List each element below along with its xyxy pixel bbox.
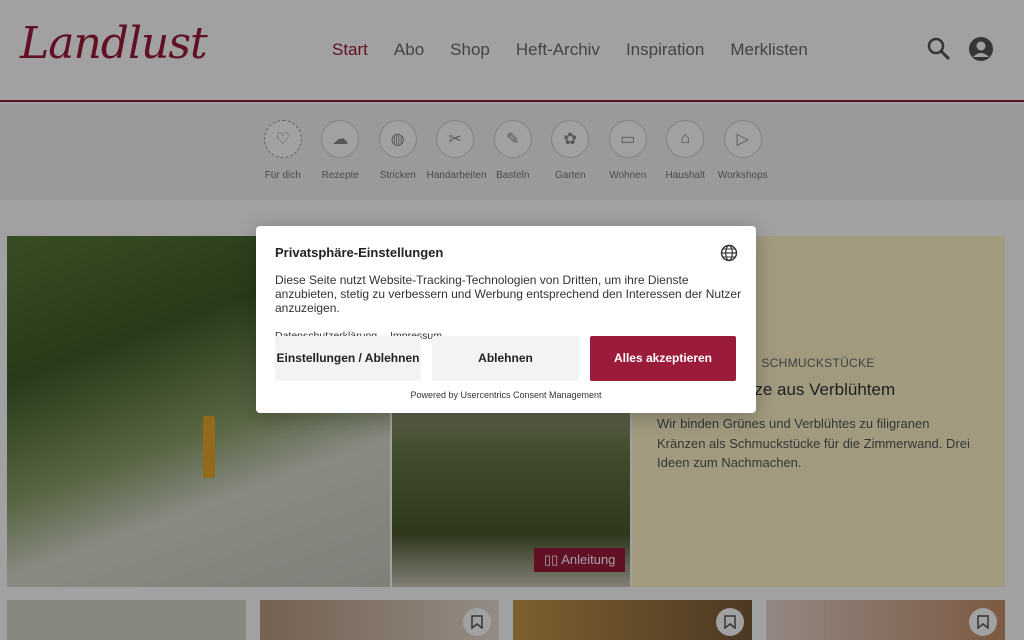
decline-button[interactable]: Ablehnen — [432, 336, 579, 381]
consent-body: Diese Seite nutzt Website-Tracking-Techn… — [275, 273, 742, 315]
powered-by-text: Powered by Usercentrics Consent Manageme… — [410, 390, 602, 400]
consent-title: Privatsphäre-Einstellungen — [275, 245, 444, 260]
accept-all-button[interactable]: Alles akzeptieren — [590, 336, 736, 381]
globe-icon[interactable] — [720, 244, 738, 267]
consent-dialog: Privatsphäre-Einstellungen Diese Seite n… — [256, 226, 756, 413]
settings-decline-button[interactable]: Einstellungen / Ablehnen — [275, 336, 421, 381]
